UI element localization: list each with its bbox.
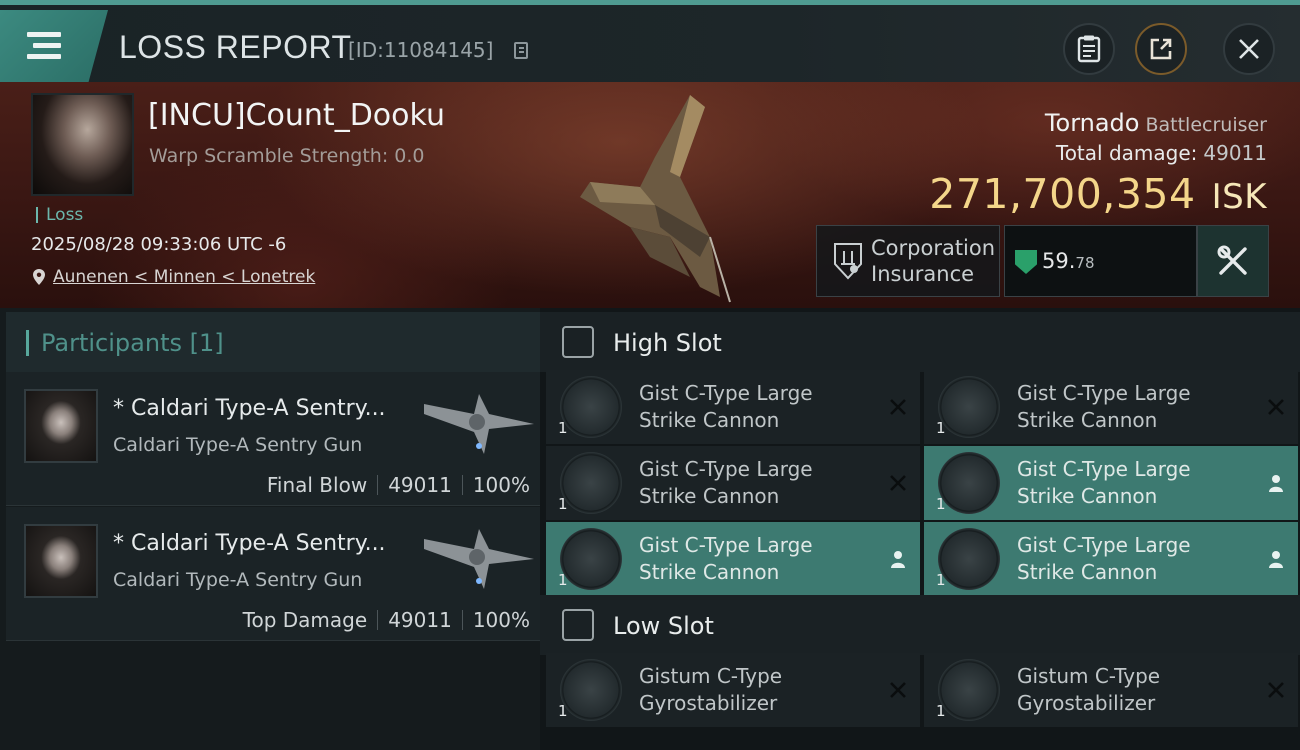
participant-corp: Caldari Type-A Sentry Gun xyxy=(113,434,363,456)
high-slot-header: High Slot xyxy=(540,312,1300,372)
close-button[interactable] xyxy=(1223,23,1275,75)
copy-icon[interactable] xyxy=(514,42,528,59)
cannon-module-icon xyxy=(938,452,1000,514)
security-shield-icon xyxy=(1015,250,1037,274)
participant-ship-icon xyxy=(424,394,534,454)
ship-class: Battlecruiser xyxy=(1145,114,1267,136)
gyrostabilizer-module-icon xyxy=(938,659,1000,721)
low-slot-header: Low Slot xyxy=(540,595,1300,655)
destroyed-icon xyxy=(890,399,906,415)
destroyed-icon xyxy=(890,682,906,698)
insurance-line-1: Corporation xyxy=(871,236,996,260)
low-slot-label: Low Slot xyxy=(613,612,714,640)
participant-corp: Caldari Type-A Sentry Gun xyxy=(113,569,363,591)
cannon-module-icon xyxy=(938,376,1000,438)
dropped-person-icon xyxy=(891,551,905,568)
isk-value: 271,700,354 ISK xyxy=(929,170,1267,218)
module-item[interactable]: 1 Gist C-Type Large Strike Cannon xyxy=(546,446,920,520)
cannon-module-icon xyxy=(560,528,622,590)
participant-avatar xyxy=(24,524,98,598)
warp-scramble-strength: Warp Scramble Strength: 0.0 xyxy=(149,145,425,167)
security-decimal: 78 xyxy=(1075,254,1095,272)
cannon-module-icon xyxy=(938,528,1000,590)
participant-card[interactable]: * Caldari Type-A Sentry... Caldari Type-… xyxy=(6,507,540,641)
destroyed-icon xyxy=(890,475,906,491)
module-item[interactable]: 1 Gist C-Type Large Strike Cannon xyxy=(546,370,920,444)
cannon-module-icon xyxy=(560,376,622,438)
clipboard-button[interactable] xyxy=(1063,23,1115,75)
close-icon xyxy=(1239,39,1259,59)
hamburger-icon xyxy=(27,32,61,59)
loss-timestamp: 2025/08/28 09:33:06 UTC -6 xyxy=(31,234,287,255)
dropped-person-icon xyxy=(1269,475,1283,492)
loss-header: [INCU]Count_Dooku Warp Scramble Strength… xyxy=(0,82,1300,308)
participant-card[interactable]: * Caldari Type-A Sentry... Caldari Type-… xyxy=(6,372,540,506)
cannon-module-icon xyxy=(560,452,622,514)
participant-avatar xyxy=(24,389,98,463)
module-item[interactable]: 1 Gist C-Type Large Strike Cannon xyxy=(546,522,920,596)
participants-title: Participants [1] xyxy=(41,329,224,357)
fitting-panel: High Slot 1 Gist C-Type Large Strike Can… xyxy=(540,308,1300,750)
pilot-name[interactable]: [INCU]Count_Dooku xyxy=(148,98,445,133)
insurance-shield-icon xyxy=(834,243,862,280)
gyrostabilizer-module-icon xyxy=(560,659,622,721)
high-slot-label: High Slot xyxy=(613,329,722,357)
share-icon xyxy=(1150,38,1172,60)
fitting-tools-button[interactable] xyxy=(1197,225,1269,297)
pilot-portrait[interactable] xyxy=(31,93,134,196)
destroyed-icon xyxy=(1268,399,1284,415)
location-pin-icon xyxy=(33,269,45,285)
location-link[interactable]: Aunenen < Minnen < Lonetrek xyxy=(53,267,315,287)
security-value: 59. xyxy=(1042,249,1076,273)
high-slot-icon xyxy=(562,326,594,358)
insurance-line-2: Insurance xyxy=(871,262,975,286)
ship-name[interactable]: Tornado Battlecruiser xyxy=(1045,109,1267,137)
participant-stats: Final Blow 49011 100% xyxy=(266,473,530,497)
security-status: 59.78 xyxy=(1004,225,1197,297)
participant-name: * Caldari Type-A Sentry... xyxy=(113,396,386,421)
module-item[interactable]: 1 Gistum C-Type Gyrostabilizer xyxy=(924,653,1298,727)
total-damage: Total damage: 49011 xyxy=(1055,141,1267,165)
menu-button[interactable] xyxy=(0,10,108,82)
module-item[interactable]: 1 Gist C-Type Large Strike Cannon xyxy=(924,446,1298,520)
participants-panel: Participants [1] * Caldari Type-A Sentry… xyxy=(0,308,540,750)
loss-status-tag: Loss xyxy=(36,207,83,224)
ship-render xyxy=(580,95,731,303)
module-item[interactable]: 1 Gist C-Type Large Strike Cannon xyxy=(924,522,1298,596)
report-id: [ID:11084145] xyxy=(348,38,494,62)
participant-ship-icon xyxy=(424,529,534,589)
share-button[interactable] xyxy=(1135,23,1187,75)
destroyed-icon xyxy=(1268,682,1284,698)
clipboard-icon xyxy=(1077,35,1101,63)
module-item[interactable]: 1 Gist C-Type Large Strike Cannon xyxy=(924,370,1298,444)
page-title: LOSS REPORT xyxy=(119,29,352,65)
dropped-person-icon xyxy=(1269,551,1283,568)
participant-stats: Top Damage 49011 100% xyxy=(242,608,530,632)
wrench-screwdriver-icon xyxy=(1217,245,1247,275)
top-bar: LOSS REPORT [ID:11084145] xyxy=(0,0,1300,82)
participants-header[interactable]: Participants [1] xyxy=(6,312,540,372)
corporation-insurance-button[interactable]: Corporation Insurance xyxy=(816,225,1000,297)
module-item[interactable]: 1 Gistum C-Type Gyrostabilizer xyxy=(546,653,920,727)
participant-name: * Caldari Type-A Sentry... xyxy=(113,531,386,556)
low-slot-icon xyxy=(562,609,594,641)
